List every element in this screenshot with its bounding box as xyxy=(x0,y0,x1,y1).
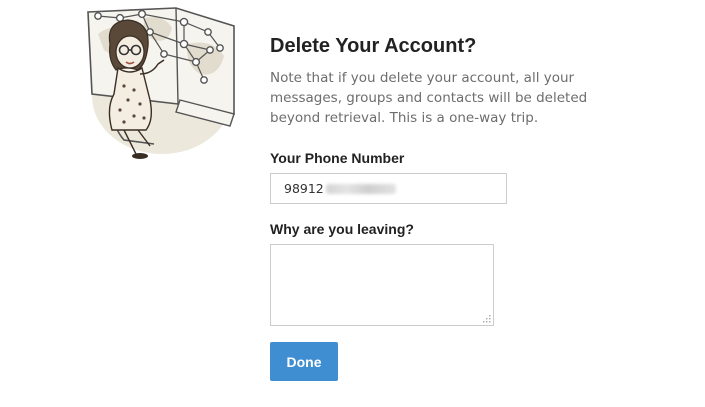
phone-number-field[interactable]: 98912 xyxy=(270,173,507,204)
page-title: Delete Your Account? xyxy=(270,35,477,57)
done-button[interactable]: Done xyxy=(270,342,338,381)
warning-note: Note that if you delete your account, al… xyxy=(270,70,588,126)
phone-number-label: Your Phone Number xyxy=(270,150,405,166)
resize-grip-icon[interactable] xyxy=(483,315,491,323)
leaving-reason-textarea[interactable] xyxy=(270,244,494,326)
leaving-reason-label: Why are you leaving? xyxy=(270,221,414,237)
delete-account-form: Delete Your Account? Note that if you de… xyxy=(270,34,630,381)
delete-account-page: Delete Your Account? Note that if you de… xyxy=(0,0,705,407)
phone-number-redacted xyxy=(325,183,396,194)
phone-number-value: 98912 xyxy=(284,181,324,196)
woman-network-illustration xyxy=(84,4,242,166)
